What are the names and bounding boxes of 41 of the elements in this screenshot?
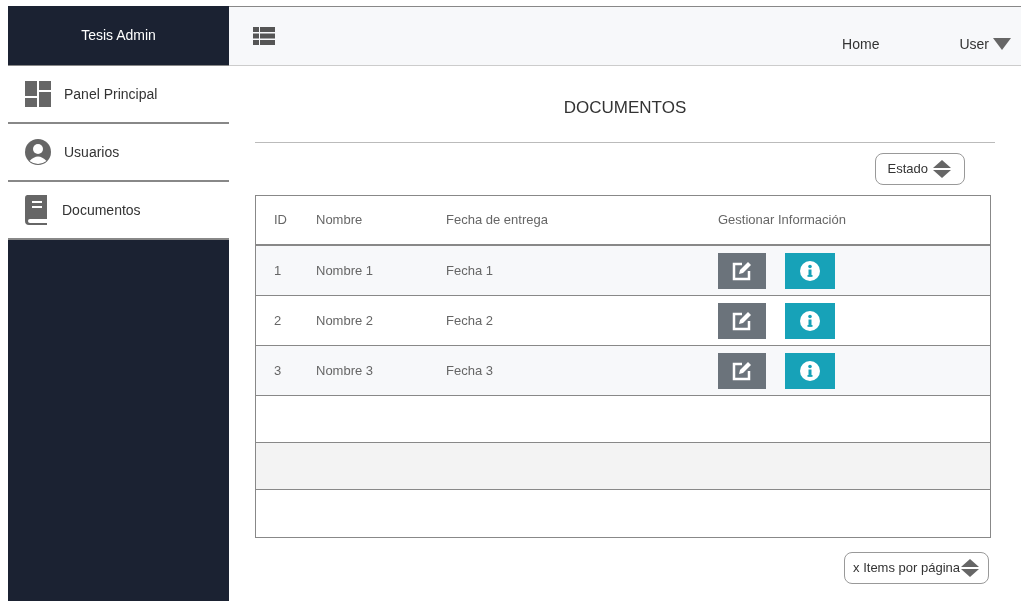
- book-icon: [24, 194, 50, 226]
- info-icon: [800, 360, 820, 381]
- column-header: ID: [273, 211, 288, 230]
- edit-icon: [731, 309, 753, 332]
- edit-button[interactable]: [718, 252, 766, 289]
- sort-arrows-icon: [960, 558, 980, 578]
- status-filter[interactable]: Estado: [874, 153, 965, 185]
- home-link[interactable]: Home: [842, 33, 880, 55]
- table-cell-text: Fecha 1: [446, 261, 494, 280]
- edit-button[interactable]: [718, 352, 766, 389]
- menu-icon[interactable]: [253, 27, 275, 45]
- table-cell-text: 1: [273, 261, 283, 280]
- user-menu[interactable]: User: [959, 33, 1011, 55]
- table-cell-text: Nombre 1: [316, 261, 375, 280]
- user-icon: [24, 138, 52, 166]
- table-cell-text: 3: [273, 361, 283, 380]
- info-icon: [800, 260, 820, 281]
- sidebar-item[interactable]: Documentos: [8, 182, 229, 240]
- edit-icon: [731, 359, 753, 382]
- table-cell-text: 2: [273, 311, 283, 330]
- column-header: Gestionar Información: [718, 211, 846, 230]
- table-cell-text: Fecha 2: [446, 311, 494, 330]
- page-title: DOCUMENTOS: [563, 97, 687, 120]
- column-header: Fecha de entrega: [446, 211, 549, 230]
- table-cell-text: Fecha 3: [446, 361, 494, 380]
- table-cell-text: Nombre 2: [316, 311, 375, 330]
- column-header: Nombre: [316, 211, 364, 230]
- info-icon: [800, 310, 820, 331]
- table-cell-text: Nombre 3: [316, 361, 375, 380]
- caret-icon: [993, 38, 1011, 50]
- sort-arrows-icon: [932, 159, 952, 179]
- edit-button[interactable]: [718, 302, 766, 339]
- sidebar-item[interactable]: Usuarios: [8, 124, 229, 182]
- app-title: Tesis Admin: [81, 26, 156, 45]
- info-button[interactable]: [785, 252, 835, 289]
- dashboard-icon: [24, 80, 52, 108]
- edit-icon: [731, 259, 753, 282]
- sidebar-item[interactable]: Panel Principal: [8, 66, 229, 124]
- info-button[interactable]: [785, 302, 835, 339]
- info-button[interactable]: [785, 352, 835, 389]
- items-per-page-select[interactable]: x Items por página: [844, 552, 989, 584]
